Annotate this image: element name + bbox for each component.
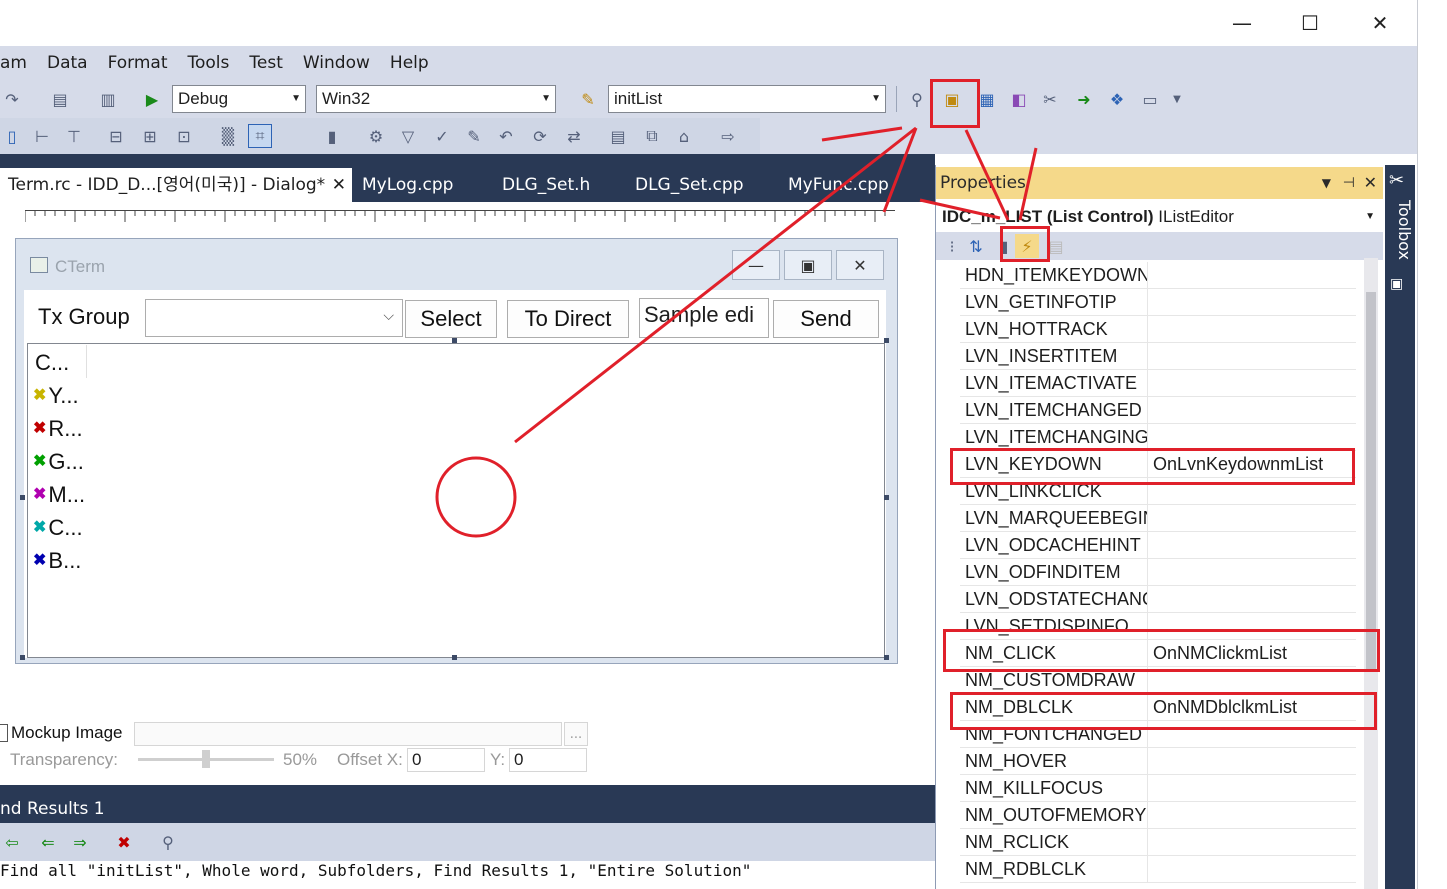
annotation-line <box>514 126 917 444</box>
annotation-line <box>821 126 903 142</box>
annotation-overlay <box>435 126 1038 538</box>
annotation-circle <box>435 456 517 538</box>
annotation-line <box>964 129 1010 221</box>
annotation-line <box>1018 147 1038 221</box>
annotation-line <box>919 198 1001 220</box>
